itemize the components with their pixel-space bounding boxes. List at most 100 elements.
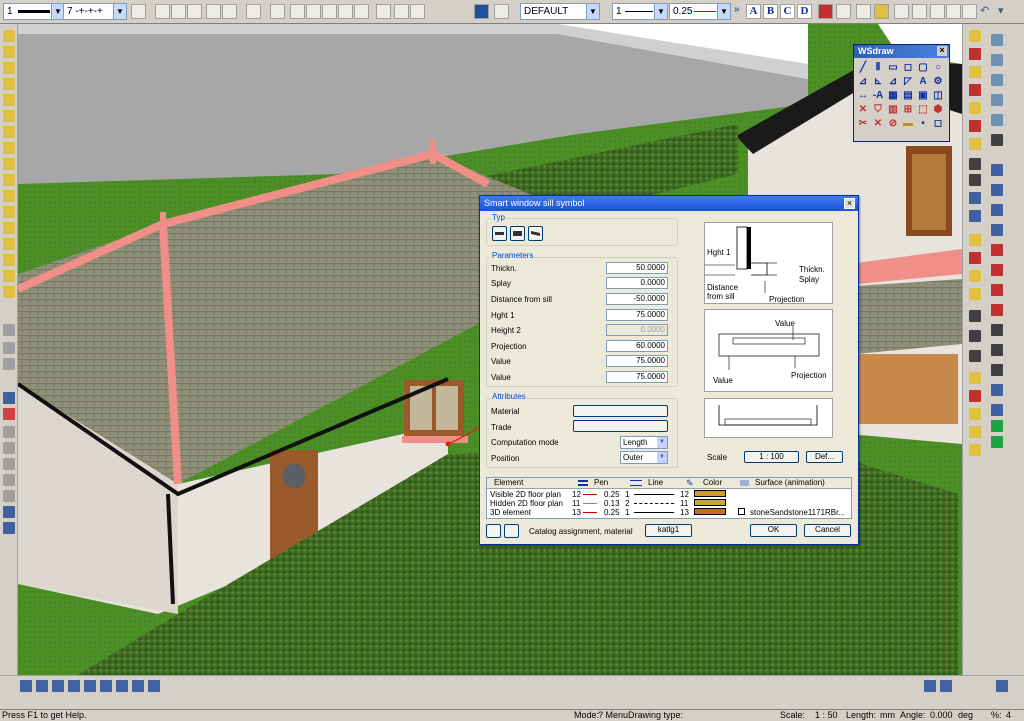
- scale-icon[interactable]: [894, 4, 909, 19]
- dimension-icon[interactable]: [856, 4, 871, 19]
- text-c-button[interactable]: C: [780, 4, 795, 19]
- plot-icon[interactable]: [187, 4, 202, 19]
- settings-tool-icon[interactable]: ⚙: [931, 75, 945, 88]
- draw-slab-icon[interactable]: [3, 126, 15, 138]
- right-tool-29-icon[interactable]: [991, 134, 1003, 146]
- value2-input[interactable]: 75.0000: [606, 371, 668, 383]
- right-tool-19-icon[interactable]: [969, 372, 981, 384]
- hatch-tool-icon[interactable]: ▦: [886, 89, 900, 102]
- window-mode-icon[interactable]: [924, 680, 936, 692]
- draw-line-icon[interactable]: [3, 30, 15, 42]
- right-tool-9-icon[interactable]: [969, 174, 981, 186]
- sill-type-2-icon[interactable]: [510, 226, 525, 241]
- draw-opening-icon[interactable]: [3, 206, 15, 218]
- save-tool-icon[interactable]: ▪: [916, 117, 930, 130]
- right-tool-28-icon[interactable]: [991, 114, 1003, 126]
- move-icon[interactable]: [3, 426, 15, 438]
- perpendicular-icon[interactable]: ⊾: [871, 75, 885, 88]
- text-d-button[interactable]: D: [797, 4, 812, 19]
- fill-tool-icon[interactable]: ▣: [916, 89, 930, 102]
- frame-tool-icon[interactable]: ▢: [916, 61, 930, 74]
- trade-button[interactable]: [573, 420, 668, 432]
- 3d-view-icon[interactable]: [996, 680, 1008, 692]
- no-tool-icon[interactable]: ⊘: [886, 117, 900, 130]
- right-tool-2-icon[interactable]: [969, 48, 981, 60]
- right-tool-14-icon[interactable]: [969, 270, 981, 282]
- save-icon[interactable]: [206, 4, 221, 19]
- layer-combo[interactable]: 7 -+-+-+ ▼: [63, 3, 127, 20]
- line-combo[interactable]: 1 ▼: [612, 3, 668, 20]
- edit-point-icon[interactable]: [3, 358, 15, 370]
- zoom-window-icon[interactable]: [20, 680, 32, 692]
- draw-beam-icon[interactable]: [3, 110, 15, 122]
- right-tool-34-icon[interactable]: [991, 244, 1003, 256]
- right-tool-18-icon[interactable]: [969, 350, 981, 362]
- right-tool-44-icon[interactable]: [991, 436, 1003, 448]
- ok-button[interactable]: OK: [750, 524, 797, 537]
- properties-icon[interactable]: [394, 4, 409, 19]
- next-view-icon[interactable]: [148, 680, 160, 692]
- window-icon[interactable]: [912, 4, 927, 19]
- right-tool-23-icon[interactable]: [969, 444, 981, 456]
- trim-tool-icon[interactable]: ⛉: [871, 103, 885, 116]
- brush-icon[interactable]: [290, 4, 305, 19]
- right-tool-27-icon[interactable]: [991, 94, 1003, 106]
- computation-mode-select[interactable]: Length ▼: [620, 436, 668, 449]
- stretch-icon[interactable]: [3, 474, 15, 486]
- delete-icon[interactable]: [376, 4, 391, 19]
- rectangle-tool-icon[interactable]: ▭: [886, 61, 900, 74]
- draw-stair-icon[interactable]: [3, 142, 15, 154]
- right-tool-11-icon[interactable]: [969, 210, 981, 222]
- right-tool-20-icon[interactable]: [969, 390, 981, 402]
- def-button[interactable]: Def...: [806, 451, 843, 463]
- pan-icon[interactable]: [84, 680, 96, 692]
- parallel-lines-icon[interactable]: ⦀: [871, 61, 885, 74]
- join-tool-icon[interactable]: ▥: [886, 103, 900, 116]
- undo-icon[interactable]: [946, 4, 961, 19]
- draw-hatch-icon[interactable]: [3, 270, 15, 282]
- right-tool-33-icon[interactable]: [991, 224, 1003, 236]
- pattern-tool-icon[interactable]: ▤: [901, 89, 915, 102]
- format-icon[interactable]: [474, 4, 489, 19]
- cut-tool-icon[interactable]: ✂: [856, 117, 870, 130]
- projection-input[interactable]: 60.0000: [606, 340, 668, 352]
- text-minus-icon[interactable]: -A: [871, 89, 885, 102]
- preview-icon[interactable]: [171, 4, 186, 19]
- distance-input[interactable]: -50.0000: [606, 293, 668, 305]
- draw-door-icon[interactable]: [3, 174, 15, 186]
- cancel-button[interactable]: Cancel: [804, 524, 851, 537]
- zoom-out-icon[interactable]: [68, 680, 80, 692]
- offset-tool-icon[interactable]: ⬚: [916, 103, 930, 116]
- scale-button[interactable]: 1 : 100: [744, 451, 799, 463]
- fillet-tool-icon[interactable]: ⬢: [931, 103, 945, 116]
- text-tool-icon[interactable]: A: [916, 75, 930, 88]
- value1-input[interactable]: 75.0000: [606, 355, 668, 367]
- draw-rect-icon[interactable]: [3, 62, 15, 74]
- delete-tool-icon[interactable]: ✕: [856, 103, 870, 116]
- right-tool-39-icon[interactable]: [991, 344, 1003, 356]
- measure-icon[interactable]: [836, 4, 851, 19]
- splay-input[interactable]: 0.0000: [606, 277, 668, 289]
- cube-icon[interactable]: [246, 4, 261, 19]
- calc-icon[interactable]: [3, 392, 15, 404]
- window-tool-icon[interactable]: ◻: [931, 117, 945, 130]
- close-icon[interactable]: ×: [937, 46, 947, 56]
- angle-tool-icon[interactable]: ⊿: [856, 75, 870, 88]
- right-tool-43-icon[interactable]: [991, 420, 1003, 432]
- right-tool-6-icon[interactable]: [969, 120, 981, 132]
- right-tool-8-icon[interactable]: [969, 158, 981, 170]
- right-tool-12-icon[interactable]: [969, 234, 981, 246]
- circle-tool-icon[interactable]: ○: [931, 61, 945, 74]
- corner-tool-icon[interactable]: ◸: [901, 75, 915, 88]
- right-tool-3-icon[interactable]: [969, 66, 981, 78]
- right-tool-13-icon[interactable]: [969, 252, 981, 264]
- material-button[interactable]: [573, 405, 668, 417]
- right-tool-21-icon[interactable]: [969, 408, 981, 420]
- paste-special-icon[interactable]: [354, 4, 369, 19]
- edit-line-icon[interactable]: [3, 342, 15, 354]
- draw-label-icon[interactable]: [3, 254, 15, 266]
- paste-icon[interactable]: [338, 4, 353, 19]
- layer-icon[interactable]: [131, 4, 146, 19]
- right-tool-41-icon[interactable]: [991, 384, 1003, 396]
- copy-tool-icon[interactable]: [3, 490, 15, 502]
